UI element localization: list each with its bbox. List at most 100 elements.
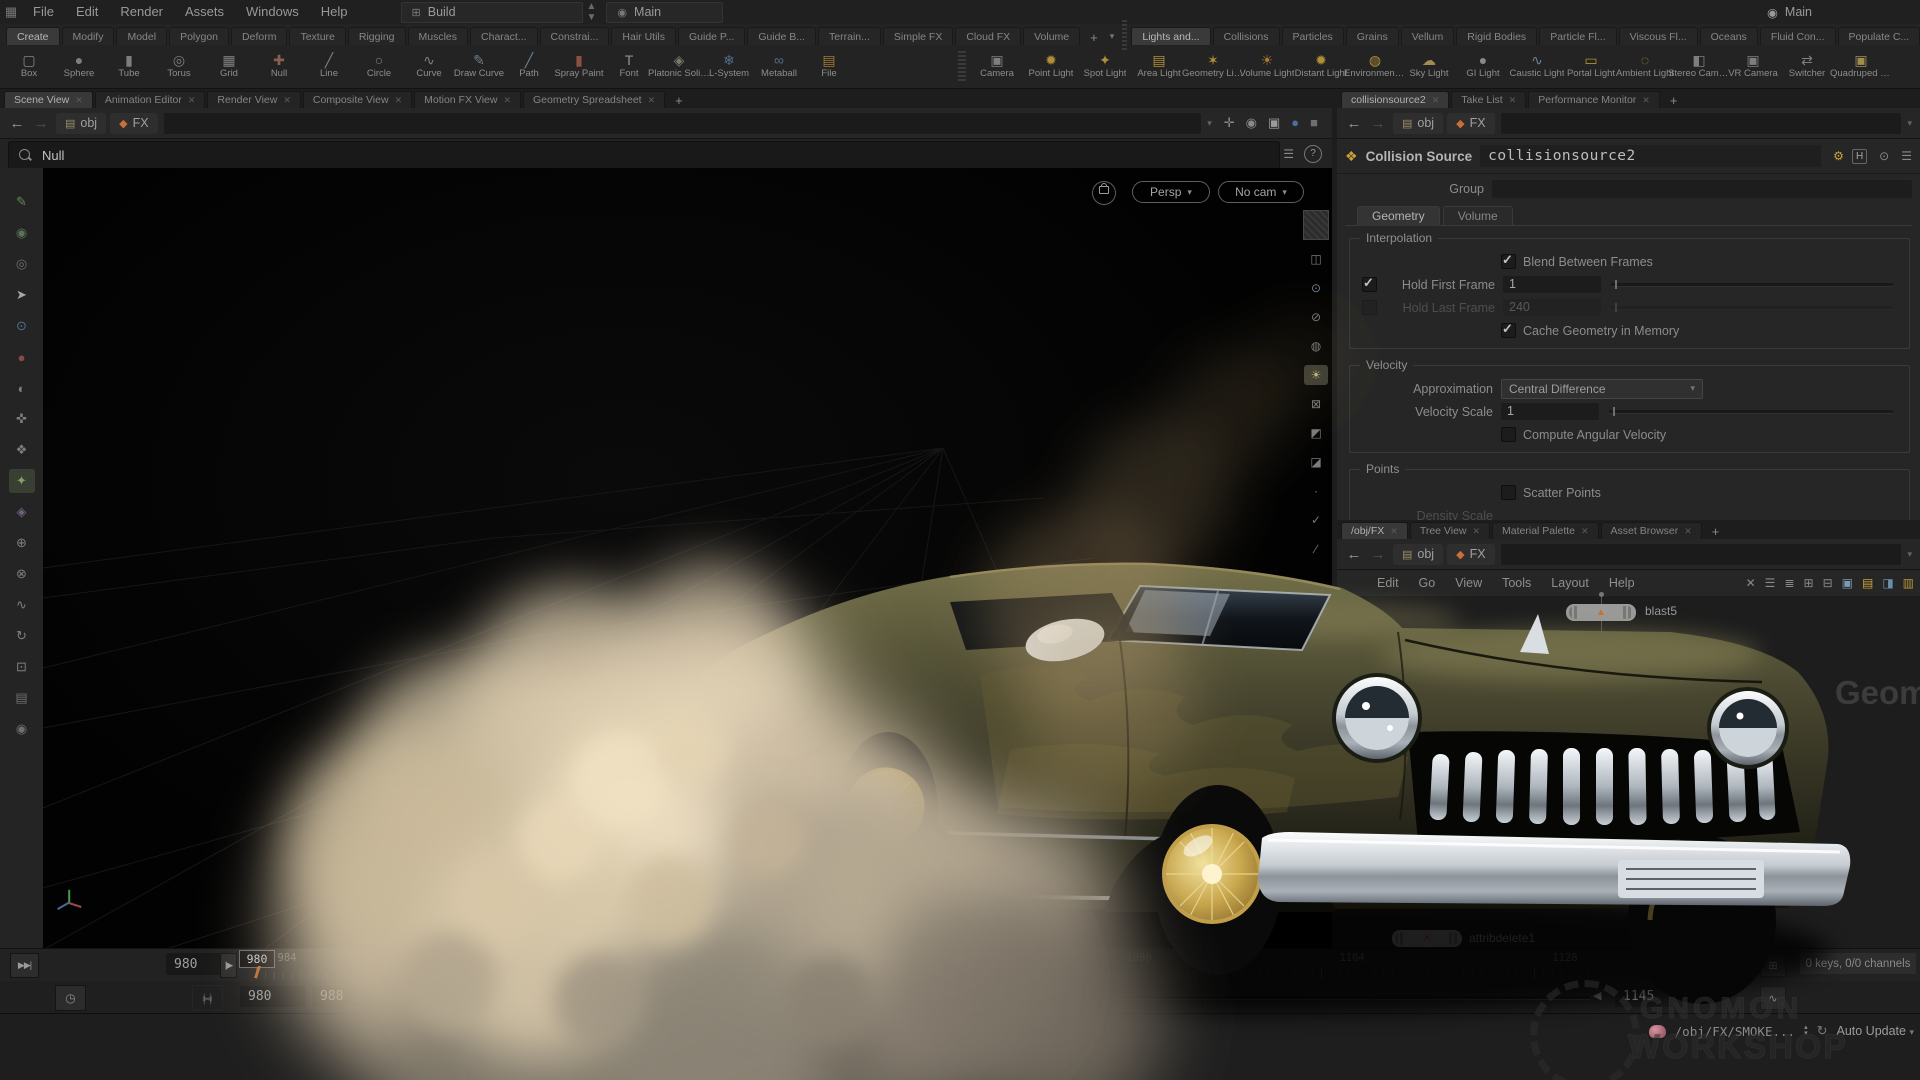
shelf-tab[interactable]: Rigging [348, 27, 406, 45]
checkbox[interactable] [1362, 300, 1377, 315]
recook-icon[interactable]: ↻ [1817, 1023, 1828, 1039]
shelf-tool[interactable]: ▣ VR Camera [1726, 45, 1780, 87]
node-name-field[interactable]: collisionsource2 [1480, 145, 1821, 167]
toolbar-icon[interactable]: ✛ [1224, 115, 1235, 131]
close-tab-icon[interactable]: ✕ [1581, 526, 1589, 537]
shelf-tool[interactable]: ▮ Spray Paint [554, 45, 604, 87]
close-tab-icon[interactable]: ✕ [283, 95, 291, 106]
playbar-option-button[interactable]: ▸| [192, 985, 223, 1011]
toolbar-icon[interactable]: ▤ [1862, 576, 1873, 590]
tool-icon[interactable]: ➤ [9, 283, 35, 307]
help-card-button[interactable]: H [1852, 149, 1867, 164]
tool-icon[interactable]: ◎ [9, 252, 35, 276]
value-slider[interactable] [1611, 283, 1893, 287]
shelf-tab[interactable]: Particles [1282, 27, 1344, 45]
menu-item[interactable]: Help [1599, 576, 1645, 590]
path-field[interactable] [1501, 544, 1902, 565]
tool-icon[interactable]: ▤ [9, 686, 35, 710]
back-button[interactable]: ← [8, 115, 26, 132]
shelf-tool[interactable]: ◎ Torus [154, 45, 204, 87]
view-menu-button[interactable]: Persp▾ [1132, 181, 1210, 203]
shelf-tool[interactable]: ▭ Portal Light [1564, 45, 1618, 87]
display-option-icon[interactable]: ◩ [1304, 423, 1328, 443]
pane-tab[interactable]: /obj/FX✕ [1341, 522, 1408, 539]
shelf-tool[interactable]: ▣ Quadruped Camera [1834, 45, 1888, 87]
shelf-tool[interactable]: ☀ Volume Light [1240, 45, 1294, 87]
tool-icon[interactable]: ◈ [9, 500, 35, 524]
breadcrumb-item[interactable]: ◆ FX [1447, 544, 1494, 565]
transport-button[interactable]: ▶▶| [10, 953, 39, 978]
menu-item[interactable]: Layout [1541, 576, 1599, 590]
shelf-tool[interactable]: ☁ Sky Light [1402, 45, 1456, 87]
pane-tab[interactable]: Scene View✕ [4, 91, 93, 108]
close-tab-icon[interactable]: ✕ [75, 95, 83, 106]
operation-info-bar[interactable]: Null [8, 141, 1280, 169]
shelf-tool[interactable]: ✶ Geometry Light [1186, 45, 1240, 87]
display-option-icon[interactable]: ☀ [1304, 365, 1328, 385]
main-desktop-button[interactable]: ◉ Main [606, 2, 723, 23]
display-option-icon[interactable]: ⊠ [1304, 394, 1328, 414]
menu-item[interactable]: Help [310, 0, 359, 24]
shelf-tab[interactable]: Model [116, 27, 167, 45]
shelf-tool[interactable]: ✎ Draw Curve [454, 45, 504, 87]
shelf-tool[interactable]: ▤ Area Light [1132, 45, 1186, 87]
shelf-tool[interactable]: ● GI Light [1456, 45, 1510, 87]
close-tab-icon[interactable]: ✕ [1642, 95, 1650, 106]
display-option-icon[interactable]: ∕ [1304, 539, 1328, 559]
value-slider[interactable] [1609, 410, 1893, 414]
shelf-tool[interactable]: ▦ Grid [204, 45, 254, 87]
network-node[interactable]: ▲ [1566, 604, 1636, 621]
shelf-tab[interactable]: Constrai... [540, 27, 610, 45]
breadcrumb-item[interactable]: ▤ obj [1393, 113, 1443, 134]
forward-button[interactable]: → [32, 115, 50, 132]
tool-icon[interactable]: ◐ [9, 376, 35, 400]
display-option-icon[interactable]: ⊘ [1304, 307, 1328, 327]
range-end-field[interactable]: 1145 [1678, 986, 1738, 1007]
tool-icon[interactable]: ◉ [9, 221, 35, 245]
shelf-tool[interactable]: ✦ Spot Light [1078, 45, 1132, 87]
pane-tab[interactable]: Animation Editor✕ [95, 91, 206, 108]
toolbar-icon[interactable]: ⊞ [1804, 576, 1814, 590]
shelf-tab[interactable]: Muscles [408, 27, 469, 45]
path-caret[interactable]: ▾ [1907, 118, 1912, 129]
toolbar-icon[interactable]: ▣ [1268, 115, 1280, 131]
shelf-tab[interactable]: Grains [1346, 27, 1399, 45]
shelf-tab[interactable]: Hair Utils [611, 27, 676, 45]
pane-tab[interactable]: Render View✕ [207, 91, 300, 108]
display-option-icon[interactable]: ◪ [1304, 452, 1328, 472]
shelf-tool[interactable]: ∞ Metaball [754, 45, 804, 87]
range-bar-start[interactable]: ▶ [396, 989, 404, 1002]
shelf-tool[interactable]: ◈ Platonic Solids [654, 45, 704, 87]
shelf-tab[interactable]: Collisions [1213, 27, 1280, 45]
shelf-tab[interactable]: Fluid Con... [1760, 27, 1836, 45]
shelf-tool[interactable]: ◍ Environment Light [1348, 45, 1402, 87]
back-button[interactable]: ← [1345, 546, 1363, 563]
checkbox[interactable] [1362, 277, 1377, 292]
shelf-tool[interactable]: ▣ Camera [970, 45, 1024, 87]
range-bar-end[interactable]: ◀ [1593, 989, 1601, 1002]
tool-icon[interactable]: ◉ [9, 717, 35, 741]
shelf-tool[interactable]: ▮ Tube [104, 45, 154, 87]
menu-item[interactable]: Assets [174, 0, 235, 24]
shelf-tool[interactable]: ● Sphere [54, 45, 104, 87]
shelf-tab[interactable]: Volume [1023, 27, 1080, 45]
display-option-icon[interactable]: ◫ [1304, 249, 1328, 269]
frame-nudge-button[interactable]: |▶ [220, 953, 237, 978]
toolbar-icon[interactable]: ● [1291, 115, 1299, 131]
radial-menu-selector[interactable]: ◉ Main [1767, 5, 1812, 20]
keyframe-options-icon[interactable]: ⊞ [1760, 953, 1786, 977]
snapshot-thumbnail[interactable] [1303, 210, 1329, 240]
display-option-icon[interactable]: ⊙ [1304, 278, 1328, 298]
breadcrumb-item[interactable]: ◆ FX [110, 113, 157, 134]
shelf-tab[interactable]: Rigid Bodies [1456, 27, 1537, 45]
viewport-lock-button[interactable] [1092, 181, 1116, 205]
tool-icon[interactable]: ⊕ [9, 531, 35, 555]
value-field[interactable]: 1 [1501, 403, 1599, 420]
toolbar-icon[interactable]: ☰ [1765, 576, 1776, 590]
value-field[interactable]: 240 [1503, 299, 1601, 316]
menu-item[interactable]: Windows [235, 0, 310, 24]
shelf-tool[interactable]: ○ Circle [354, 45, 404, 87]
tool-icon[interactable]: ❖ [9, 438, 35, 462]
shelf-tab[interactable]: Populate C... [1838, 27, 1920, 45]
shelf-tab[interactable]: Vellum [1401, 27, 1455, 45]
